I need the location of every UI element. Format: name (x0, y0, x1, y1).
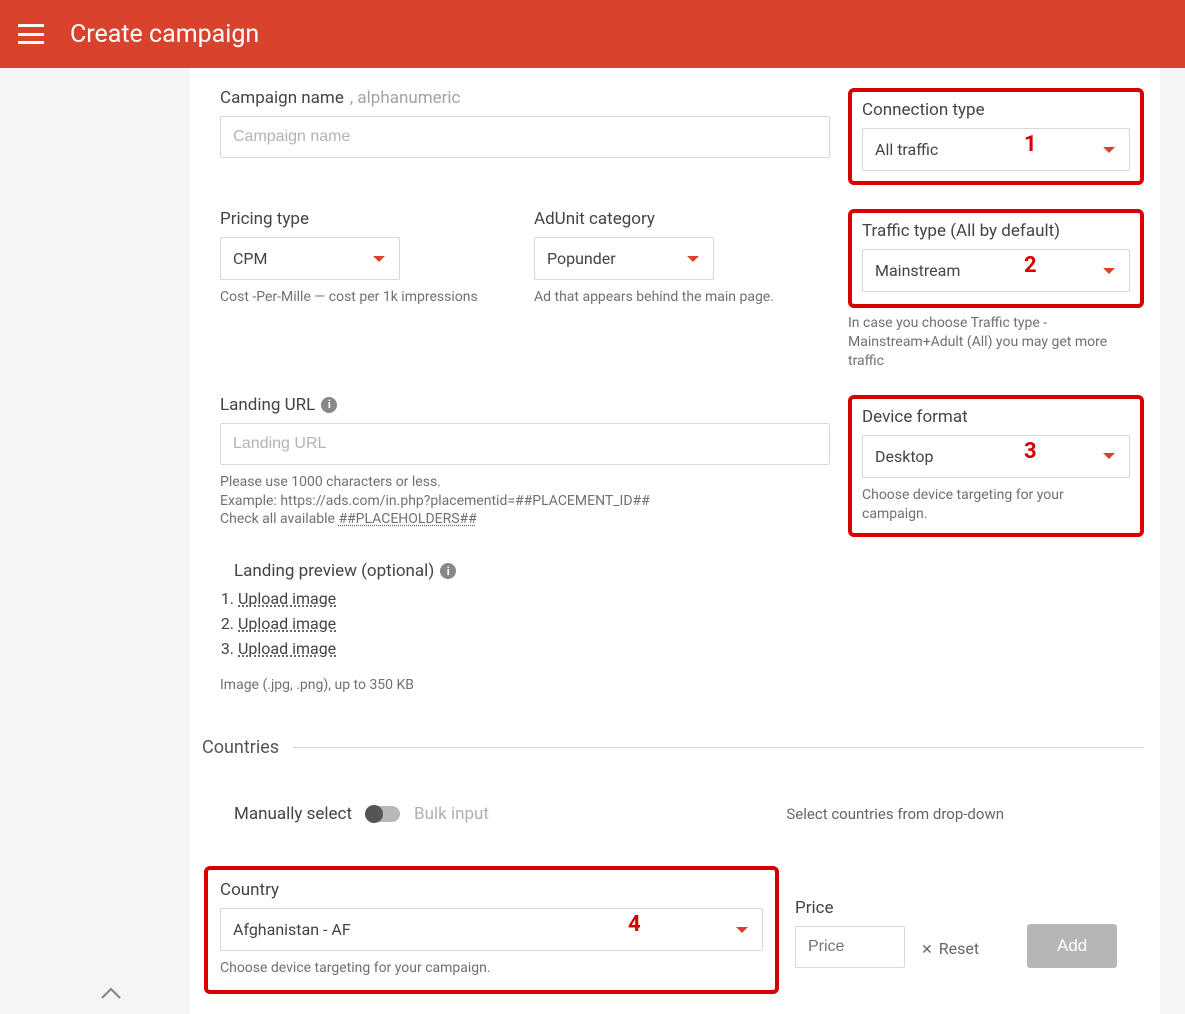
adunit-category-label: AdUnit category (534, 209, 830, 229)
chevron-down-icon (373, 256, 385, 262)
chevron-down-icon (1103, 147, 1115, 153)
landing-url-input[interactable] (220, 423, 830, 465)
reset-label: Reset (939, 939, 979, 958)
country-help: Choose device targeting for your campaig… (220, 959, 763, 978)
campaign-name-label: Campaign name (220, 88, 344, 108)
country-label: Country (220, 880, 763, 900)
countries-section-header: Countries (202, 737, 1144, 758)
bulk-input-label: Bulk input (414, 804, 489, 824)
info-icon[interactable]: i (440, 563, 456, 579)
countries-controls: Manually select Bulk input Select countr… (234, 804, 1144, 824)
upload-image-link[interactable]: Upload image (238, 639, 336, 658)
connection-type-value: All traffic (875, 140, 938, 159)
page-title: Create campaign (70, 20, 259, 49)
device-format-field: Device format Desktop 3 Choose device ta… (848, 395, 1144, 538)
connection-type-select[interactable]: All traffic (862, 128, 1130, 171)
scroll-to-top-button[interactable] (100, 985, 122, 1004)
landing-preview-field: Landing preview (optional) i Upload imag… (220, 561, 830, 695)
left-gutter (0, 68, 190, 1014)
country-value: Afghanistan - AF (233, 920, 351, 939)
list-item: Upload image (238, 614, 830, 633)
pricing-type-value: CPM (233, 249, 267, 268)
landing-preview-label: Landing preview (optional) (234, 561, 434, 581)
landing-url-label: Landing URL (220, 395, 315, 415)
traffic-type-field: Traffic type (All by default) Mainstream… (848, 209, 1144, 371)
campaign-name-field: Campaign name , alphanumeric (220, 88, 830, 158)
app-header: Create campaign (0, 0, 1185, 68)
adunit-category-help: Ad that appears behind the main page. (534, 288, 830, 307)
adunit-category-select[interactable]: Popunder (534, 237, 714, 280)
price-field: Price (795, 898, 905, 994)
placeholders-link[interactable]: ##PLACEHOLDERS## (338, 511, 476, 527)
device-format-help: Choose device targeting for your campaig… (862, 486, 1130, 524)
adunit-category-value: Popunder (547, 249, 616, 268)
pricing-type-help: Cost -Per-Mille — cost per 1k impression… (220, 288, 516, 307)
pricing-type-label: Pricing type (220, 209, 516, 229)
traffic-type-value: Mainstream (875, 261, 960, 280)
traffic-type-select[interactable]: Mainstream (862, 249, 1130, 292)
annotation-number-2: 2 (1024, 253, 1037, 278)
annotation-number-4: 4 (628, 912, 641, 937)
countries-hint: Select countries from drop-down (786, 805, 1004, 823)
countries-title: Countries (202, 737, 279, 758)
device-format-select[interactable]: Desktop (862, 435, 1130, 478)
list-item: Upload image (238, 589, 830, 608)
add-button[interactable]: Add (1027, 924, 1117, 968)
country-field: Country Afghanistan - AF 4 Choose device… (204, 866, 779, 994)
reset-button[interactable]: Reset (921, 939, 979, 958)
campaign-name-input[interactable] (220, 116, 830, 158)
traffic-type-help: In case you choose Traffic type - Mainst… (848, 314, 1144, 371)
close-icon (921, 939, 933, 958)
price-label: Price (795, 898, 905, 918)
chevron-down-icon (1103, 453, 1115, 459)
landing-url-help: Please use 1000 characters or less. Exam… (220, 473, 830, 530)
country-price-row: Country Afghanistan - AF 4 Choose device… (204, 848, 1144, 994)
upload-image-link[interactable]: Upload image (238, 614, 336, 633)
landing-preview-hint: Image (.jpg, .png), up to 350 KB (220, 676, 830, 695)
annotation-number-3: 3 (1024, 439, 1037, 464)
list-item: Upload image (238, 639, 830, 658)
connection-type-field: Connection type All traffic 1 (848, 88, 1144, 185)
country-select[interactable]: Afghanistan - AF (220, 908, 763, 951)
upload-image-link[interactable]: Upload image (238, 589, 336, 608)
manual-bulk-toggle[interactable] (366, 806, 400, 822)
traffic-type-label: Traffic type (All by default) (862, 221, 1130, 241)
chevron-down-icon (736, 927, 748, 933)
adunit-category-field: AdUnit category Popunder Ad that appears… (534, 209, 830, 307)
chevron-down-icon (1103, 268, 1115, 274)
info-icon[interactable]: i (321, 397, 337, 413)
pricing-type-field: Pricing type CPM Cost -Per-Mille — cost … (220, 209, 516, 307)
pricing-type-select[interactable]: CPM (220, 237, 400, 280)
annotation-number-1: 1 (1024, 132, 1037, 157)
hamburger-icon[interactable] (18, 24, 44, 44)
campaign-name-suffix: , alphanumeric (350, 88, 461, 108)
manual-select-label: Manually select (234, 804, 352, 824)
price-input[interactable] (795, 926, 905, 968)
device-format-value: Desktop (875, 447, 934, 466)
connection-type-label: Connection type (862, 100, 1130, 120)
device-format-label: Device format (862, 407, 1130, 427)
chevron-down-icon (687, 256, 699, 262)
form-panel: Campaign name , alphanumeric Connection t… (190, 68, 1160, 1014)
landing-url-field: Landing URL i Please use 1000 characters… (220, 395, 830, 530)
